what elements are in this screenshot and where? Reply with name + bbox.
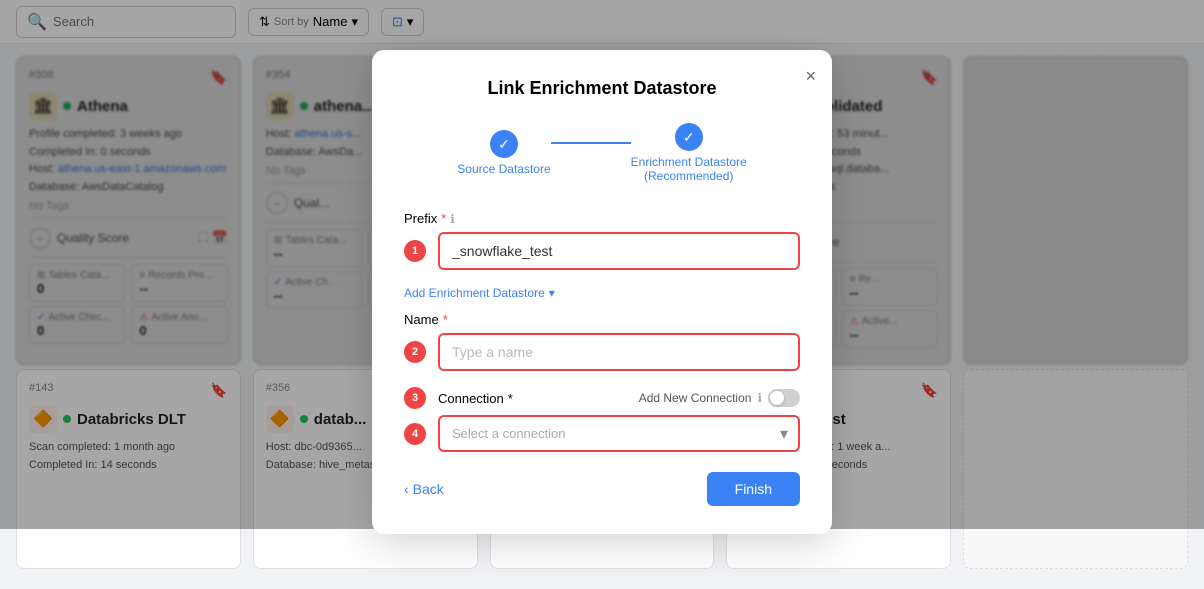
step-line bbox=[551, 142, 631, 144]
name-label: Name * bbox=[404, 312, 800, 327]
step-2: ✓ Enrichment Datastore (Recommended) bbox=[631, 123, 747, 183]
name-form-group: Name * 2 bbox=[404, 312, 800, 371]
finish-button[interactable]: Finish bbox=[707, 472, 800, 506]
prefix-input[interactable] bbox=[438, 232, 800, 270]
connection-row: 3 Connection * Add New Connection ℹ bbox=[404, 387, 800, 409]
modal-title: Link Enrichment Datastore bbox=[404, 78, 800, 99]
link-enrichment-modal: × Link Enrichment Datastore ✓ Source Dat… bbox=[372, 50, 832, 534]
add-new-connection-label: Add New Connection bbox=[639, 391, 752, 405]
modal-footer: ‹ Back Finish bbox=[404, 472, 800, 506]
name-input[interactable] bbox=[438, 333, 800, 371]
add-connection-toggle[interactable] bbox=[768, 389, 800, 407]
required-indicator: * bbox=[443, 312, 448, 327]
add-enrichment-label: Add Enrichment Datastore bbox=[404, 286, 545, 300]
connection-label: Connection * bbox=[438, 391, 513, 406]
connection-form-group: 3 Connection * Add New Connection ℹ 4 bbox=[404, 387, 800, 452]
chevron-down-icon: ▾ bbox=[549, 286, 555, 300]
stepper: ✓ Source Datastore ✓ Enrichment Datastor… bbox=[404, 123, 800, 183]
required-indicator: * bbox=[441, 211, 446, 226]
chevron-left-icon: ‹ bbox=[404, 481, 409, 497]
prefix-form-group: Prefix * ℹ 1 bbox=[404, 211, 800, 270]
step-1-circle: ✓ bbox=[490, 130, 518, 158]
add-enrichment-toggle[interactable]: Add Enrichment Datastore ▾ bbox=[404, 286, 800, 300]
modal-overlay: × Link Enrichment Datastore ✓ Source Dat… bbox=[0, 0, 1204, 529]
step-1-label: Source Datastore bbox=[457, 162, 550, 176]
info-icon[interactable]: ℹ bbox=[450, 212, 455, 226]
info-icon[interactable]: ℹ bbox=[757, 391, 762, 405]
toggle-knob bbox=[770, 391, 784, 405]
back-label: Back bbox=[413, 481, 444, 497]
step-badge-2: 2 bbox=[404, 341, 426, 363]
add-new-connection-row: Add New Connection ℹ bbox=[639, 389, 800, 407]
step-badge-1: 1 bbox=[404, 240, 426, 262]
step-1: ✓ Source Datastore bbox=[457, 130, 550, 176]
connection-select[interactable]: Select a connection bbox=[438, 415, 800, 452]
required-indicator: * bbox=[508, 391, 513, 406]
step-2-circle: ✓ bbox=[675, 123, 703, 151]
back-button[interactable]: ‹ Back bbox=[404, 481, 444, 497]
step-badge-3: 3 bbox=[404, 387, 426, 409]
modal-close-button[interactable]: × bbox=[805, 66, 816, 87]
step-badge-4: 4 bbox=[404, 423, 426, 445]
prefix-label: Prefix * ℹ bbox=[404, 211, 800, 226]
step-2-label: Enrichment Datastore (Recommended) bbox=[631, 155, 747, 183]
